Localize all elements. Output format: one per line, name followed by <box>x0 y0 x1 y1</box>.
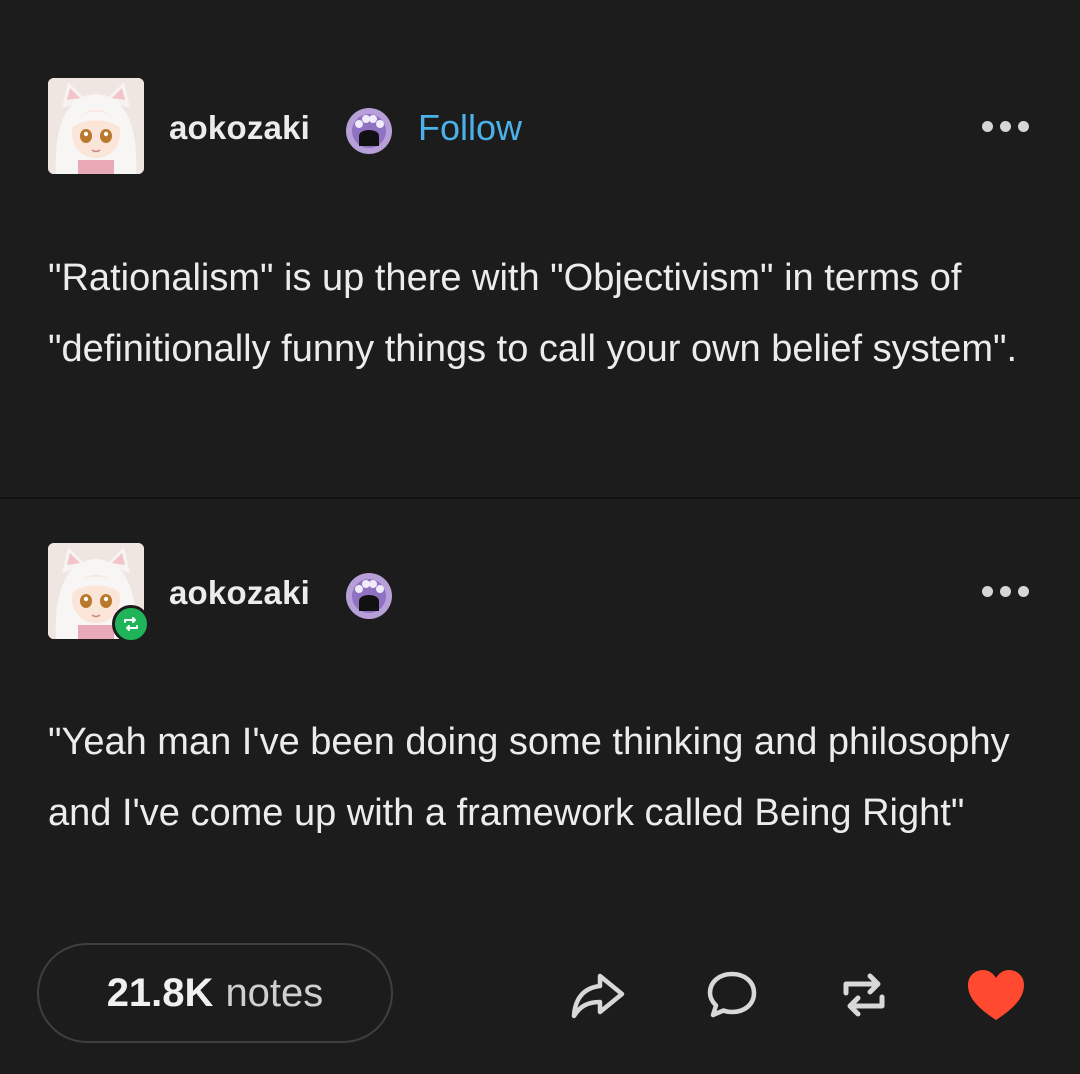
dot <box>982 585 993 597</box>
dot <box>1018 585 1029 597</box>
dot <box>1000 585 1011 597</box>
heart-shape <box>968 970 1024 1020</box>
reblog-icon[interactable] <box>834 965 894 1025</box>
avatar-image <box>48 78 144 174</box>
more-options-icon[interactable] <box>982 118 1038 134</box>
heart-icon[interactable] <box>966 965 1026 1025</box>
follow-button[interactable]: Follow <box>418 108 522 148</box>
comment-icon[interactable] <box>702 965 762 1025</box>
dot <box>1018 120 1029 132</box>
post-body-text: "Rationalism" is up there with "Objectiv… <box>48 257 1018 370</box>
reblog-body-text: "Yeah man I've been doing some thinking … <box>48 721 1010 834</box>
original-post: aokozaki Follow "Rationalism" is up ther… <box>0 0 1080 498</box>
username[interactable]: aokozaki <box>169 573 310 613</box>
notes-label: notes <box>225 970 324 1015</box>
paw-badge-icon <box>346 573 392 619</box>
reblog-header: aokozaki <box>48 543 1048 643</box>
notes-count: 21.8K <box>106 970 214 1015</box>
notes-button[interactable]: 21.8K notes <box>37 943 393 1043</box>
dot <box>1000 120 1011 132</box>
more-options-icon[interactable] <box>982 583 1038 599</box>
username[interactable]: aokozaki <box>169 108 310 148</box>
dot <box>982 120 993 132</box>
reblog-post: aokozaki "Yeah man I've been doing some … <box>0 499 1080 1074</box>
share-icon[interactable] <box>568 965 628 1025</box>
paw-badge-icon <box>346 108 392 154</box>
reblog-badge-icon <box>112 605 150 643</box>
post-header: aokozaki Follow <box>48 78 1048 174</box>
avatar[interactable] <box>48 78 144 174</box>
